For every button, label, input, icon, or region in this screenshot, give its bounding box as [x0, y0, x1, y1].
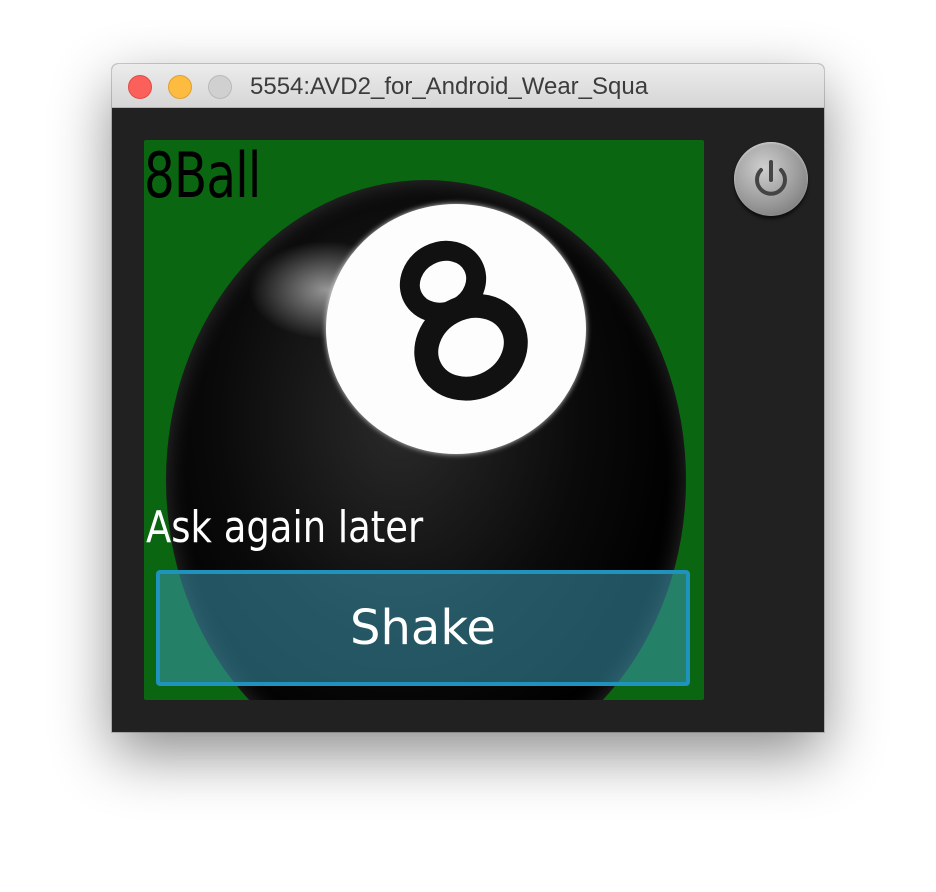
title-bar[interactable]: 5554:AVD2_for_Android_Wear_Squa	[112, 64, 824, 108]
answer-text: Ask again later	[146, 502, 424, 553]
power-button[interactable]	[734, 142, 808, 216]
shake-button[interactable]: Shake	[156, 570, 690, 686]
zoom-icon[interactable]	[208, 75, 232, 99]
minimize-icon[interactable]	[168, 75, 192, 99]
eight-ball-face	[326, 204, 586, 454]
close-icon[interactable]	[128, 75, 152, 99]
window-title: 5554:AVD2_for_Android_Wear_Squa	[250, 73, 649, 100]
wear-screen: 8Ball Ask again later Shake	[144, 140, 704, 700]
number-eight-icon	[399, 240, 528, 401]
app-title: 8Ball	[144, 140, 261, 212]
power-icon	[755, 160, 787, 196]
emulator-window: 5554:AVD2_for_Android_Wear_Squa 8Ball As…	[112, 64, 824, 732]
